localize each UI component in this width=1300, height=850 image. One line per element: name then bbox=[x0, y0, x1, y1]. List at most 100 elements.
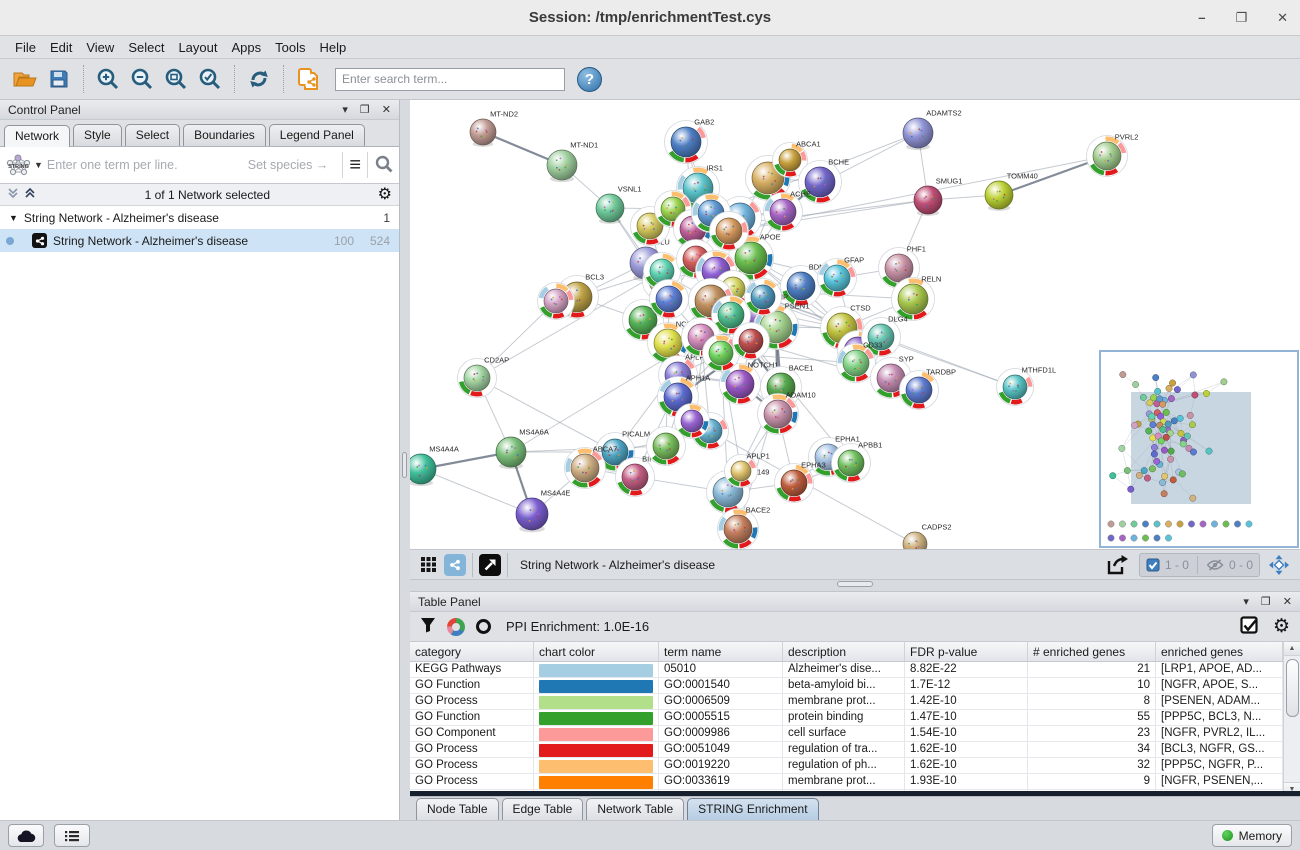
pan-tool-button[interactable] bbox=[1266, 553, 1292, 577]
collapse-all-button[interactable] bbox=[7, 187, 20, 202]
open-in-window-button[interactable] bbox=[479, 554, 501, 576]
draw-chart-button[interactable] bbox=[447, 618, 465, 636]
enrichment-settings-button[interactable]: ⚙ bbox=[1273, 617, 1290, 636]
network-node[interactable] bbox=[538, 283, 575, 320]
tab-node-table[interactable]: Node Table bbox=[416, 798, 499, 820]
network-node[interactable] bbox=[710, 212, 749, 251]
expand-all-button[interactable] bbox=[24, 187, 37, 202]
close-button[interactable]: ✕ bbox=[1277, 10, 1288, 26]
network-node[interactable]: MT-ND1 bbox=[547, 141, 598, 183]
string-logo[interactable]: STRING ▼ bbox=[5, 153, 47, 178]
collapse-icon[interactable]: ▾ bbox=[342, 103, 348, 116]
close-icon[interactable]: ✕ bbox=[1283, 595, 1292, 608]
refresh-button[interactable] bbox=[242, 63, 276, 95]
export-network-button[interactable] bbox=[1104, 553, 1130, 577]
table-row[interactable]: GO ProcessGO:0051049regulation of tra...… bbox=[410, 742, 1283, 758]
tab-style[interactable]: Style bbox=[73, 124, 122, 146]
network-node[interactable]: EPHA3 bbox=[775, 461, 826, 503]
zoom-fit-button[interactable] bbox=[159, 63, 193, 95]
task-history-button[interactable] bbox=[8, 824, 44, 847]
menu-item-apps[interactable]: Apps bbox=[225, 38, 269, 57]
network-node[interactable]: MT-ND2 bbox=[470, 110, 518, 147]
scrollbar-thumb[interactable] bbox=[1286, 659, 1299, 717]
column-header-chart-color[interactable]: chart color bbox=[534, 642, 659, 661]
tab-string-enrichment[interactable]: STRING Enrichment bbox=[687, 798, 818, 820]
network-node[interactable]: MS4A4A bbox=[410, 445, 459, 487]
minimize-button[interactable]: – bbox=[1198, 10, 1205, 25]
help-button[interactable]: ? bbox=[577, 67, 602, 92]
menu-item-tools[interactable]: Tools bbox=[268, 38, 312, 57]
column-header-category[interactable]: category bbox=[410, 642, 534, 661]
menu-item-edit[interactable]: Edit bbox=[43, 38, 79, 57]
network-node[interactable]: MS4A4E bbox=[516, 489, 570, 533]
network-node[interactable]: PVRL2 bbox=[1087, 133, 1139, 177]
menu-item-view[interactable]: View bbox=[79, 38, 121, 57]
tab-network-table[interactable]: Network Table bbox=[586, 798, 684, 820]
select-terms-button[interactable] bbox=[1240, 616, 1259, 638]
tab-select[interactable]: Select bbox=[125, 124, 180, 146]
search-input[interactable] bbox=[335, 68, 565, 91]
network-canvas[interactable]: MT-ND2MT-ND1VSNL1GAB2IRS1CHATABCA1BCHEAC… bbox=[410, 100, 1300, 550]
string-query-input[interactable] bbox=[47, 158, 248, 172]
vertical-splitter[interactable] bbox=[400, 100, 410, 820]
filter-button[interactable] bbox=[420, 617, 436, 636]
close-icon[interactable]: ✕ bbox=[382, 103, 391, 116]
table-vertical-scrollbar[interactable]: ▲ ▼ bbox=[1283, 642, 1300, 796]
scroll-up-arrow[interactable]: ▲ bbox=[1284, 642, 1300, 656]
column-header--enriched-genes[interactable]: # enriched genes bbox=[1028, 642, 1156, 661]
splitter-grip[interactable] bbox=[402, 452, 407, 478]
network-node[interactable]: MS4A6A bbox=[496, 428, 549, 470]
zoom-out-button[interactable] bbox=[125, 63, 159, 95]
network-node[interactable] bbox=[647, 427, 686, 466]
table-row[interactable]: GO ProcessGO:0006509membrane prot...1.42… bbox=[410, 694, 1283, 710]
column-header-enriched-genes[interactable]: enriched genes bbox=[1156, 642, 1283, 661]
table-horizontal-scrollbar[interactable] bbox=[410, 791, 1300, 796]
network-node[interactable]: ADAMTS2 bbox=[903, 109, 962, 151]
network-node[interactable] bbox=[733, 323, 770, 360]
birdseye-navigator[interactable] bbox=[1099, 350, 1299, 548]
save-session-button[interactable] bbox=[42, 63, 76, 95]
menu-item-select[interactable]: Select bbox=[121, 38, 171, 57]
tab-edge-table[interactable]: Edge Table bbox=[502, 798, 584, 820]
zoom-in-button[interactable] bbox=[91, 63, 125, 95]
menu-item-help[interactable]: Help bbox=[313, 38, 354, 57]
string-options-button[interactable]: ≡ bbox=[349, 155, 361, 175]
network-node[interactable]: TARDBP bbox=[900, 368, 957, 410]
caret-down-icon[interactable]: ▼ bbox=[9, 213, 18, 223]
collapse-icon[interactable]: ▾ bbox=[1243, 595, 1249, 608]
network-node[interactable] bbox=[745, 279, 782, 316]
clone-network-button[interactable] bbox=[291, 63, 325, 95]
table-row[interactable]: KEGG Pathways05010Alzheimer's dise...8.8… bbox=[410, 662, 1283, 678]
network-node[interactable]: CADPS2 bbox=[903, 523, 952, 551]
network-collection-row[interactable]: ▼ String Network - Alzheimer's disease 1 bbox=[0, 206, 399, 229]
network-row-selected[interactable]: String Network - Alzheimer's disease 100… bbox=[0, 229, 399, 252]
column-header-FDR-p-value[interactable]: FDR p-value bbox=[905, 642, 1028, 661]
clear-chart-button[interactable] bbox=[476, 619, 491, 634]
open-session-button[interactable] bbox=[8, 63, 42, 95]
table-row[interactable]: GO ProcessGO:0019220regulation of ph...1… bbox=[410, 758, 1283, 774]
string-search-button[interactable] bbox=[374, 154, 394, 177]
network-node[interactable]: TOMM40 bbox=[985, 172, 1038, 211]
grid-view-button[interactable] bbox=[415, 553, 441, 577]
task-list-button[interactable] bbox=[54, 824, 90, 847]
network-node[interactable] bbox=[650, 280, 689, 319]
menu-item-layout[interactable]: Layout bbox=[171, 38, 224, 57]
string-view-button[interactable] bbox=[444, 554, 466, 576]
network-node[interactable]: ADAM10 bbox=[758, 391, 816, 435]
zoom-selected-button[interactable] bbox=[193, 63, 227, 95]
memory-button[interactable]: Memory bbox=[1212, 824, 1292, 847]
float-icon[interactable]: ❐ bbox=[360, 103, 370, 116]
tab-legend-panel[interactable]: Legend Panel bbox=[269, 124, 365, 146]
network-node[interactable]: MTHFD1L bbox=[997, 366, 1057, 406]
column-header-description[interactable]: description bbox=[783, 642, 905, 661]
horizontal-splitter[interactable] bbox=[410, 580, 1300, 592]
tab-boundaries[interactable]: Boundaries bbox=[183, 124, 266, 146]
table-row[interactable]: GO ProcessGO:0033619membrane prot...1.93… bbox=[410, 774, 1283, 790]
float-icon[interactable]: ❐ bbox=[1261, 595, 1271, 608]
table-row[interactable]: GO FunctionGO:0001540beta-amyloid bi...1… bbox=[410, 678, 1283, 694]
maximize-button[interactable]: ❐ bbox=[1235, 10, 1247, 26]
column-header-term-name[interactable]: term name bbox=[659, 642, 783, 661]
table-row[interactable]: GO ComponentGO:0009986cell surface1.54E-… bbox=[410, 726, 1283, 742]
network-node[interactable]: SMUG1 bbox=[914, 177, 962, 216]
menu-item-file[interactable]: File bbox=[8, 38, 43, 57]
